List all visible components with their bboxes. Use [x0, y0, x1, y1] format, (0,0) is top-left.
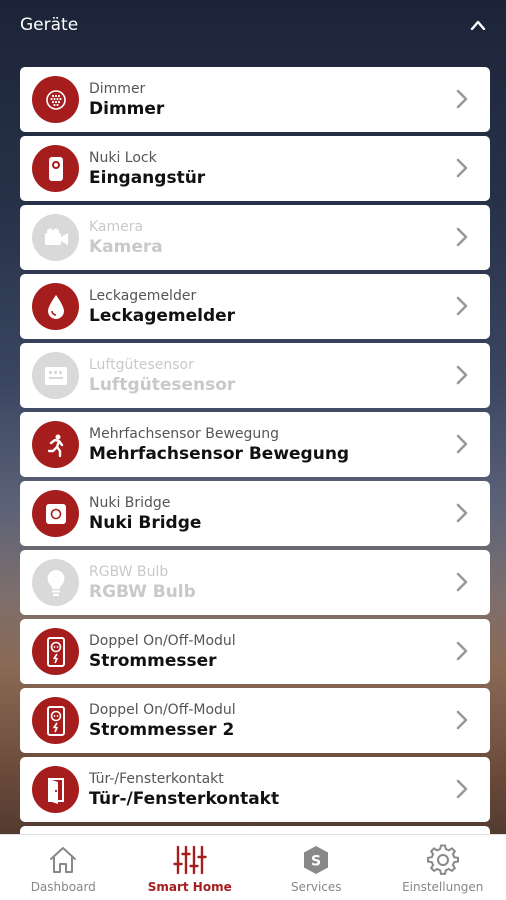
- device-card-rgbw-bulb[interactable]: RGBW Bulb RGBW Bulb: [20, 550, 490, 615]
- chevron-right-icon: [456, 641, 468, 661]
- chevron-right-icon: [456, 710, 468, 730]
- section-title: Geräte: [20, 15, 79, 35]
- device-name: Dimmer: [89, 98, 165, 119]
- outlet-icon: [32, 628, 79, 675]
- device-type: Luftgütesensor: [89, 356, 194, 373]
- chevron-right-icon: [456, 89, 468, 109]
- device-card-nuki-bridge[interactable]: Nuki Bridge Nuki Bridge: [20, 481, 490, 546]
- chevron-right-icon: [456, 365, 468, 385]
- device-type: Doppel On/Off-Modul: [89, 632, 236, 649]
- device-name: RGBW Bulb: [89, 581, 196, 602]
- device-card-nuki-lock[interactable]: Nuki Lock Eingangstür: [20, 136, 490, 201]
- device-name: Eingangstür: [89, 167, 206, 188]
- services-icon: S: [299, 844, 333, 876]
- camera-icon: [32, 214, 79, 261]
- svg-text:S: S: [311, 854, 321, 870]
- device-name: Strommesser 2: [89, 719, 235, 740]
- device-type: Nuki Lock: [89, 149, 157, 166]
- gear-icon: [426, 844, 460, 876]
- tab-label: Einstellungen: [402, 880, 484, 894]
- chevron-right-icon: [456, 296, 468, 316]
- motion-icon: [32, 421, 79, 468]
- device-type: Kamera: [89, 218, 144, 235]
- sliders-icon: [173, 844, 207, 876]
- tab-label: Services: [290, 880, 342, 894]
- device-card-tuer-fensterkontakt[interactable]: Tür-/Fensterkontakt Tür-/Fensterkontakt: [20, 757, 490, 822]
- device-card-luftguetesensor[interactable]: Luftgütesensor Luftgütesensor: [20, 343, 490, 408]
- device-type: Dimmer: [89, 80, 146, 97]
- chevron-right-icon: [456, 434, 468, 454]
- chevron-right-icon: [456, 503, 468, 523]
- chevron-right-icon: [456, 227, 468, 247]
- device-card-leckagemelder[interactable]: Leckagemelder Leckagemelder: [20, 274, 490, 339]
- chevron-right-icon: [456, 779, 468, 799]
- device-name: Tür-/Fensterkontakt: [89, 788, 280, 809]
- device-type: Mehrfachsensor Bewegung: [89, 425, 280, 442]
- lock-icon: [32, 145, 79, 192]
- device-type: Nuki Bridge: [89, 494, 171, 511]
- device-list: Dimmer Dimmer Nuki Lock Eingangstür Kame…: [20, 67, 490, 842]
- chevron-up-icon[interactable]: [468, 15, 488, 35]
- tab-label: Smart Home: [147, 880, 232, 894]
- device-card-dimmer[interactable]: Dimmer Dimmer: [20, 67, 490, 132]
- device-name: Luftgütesensor: [89, 374, 236, 395]
- tab-smart-home[interactable]: Smart Home: [127, 835, 254, 900]
- air-sensor-icon: [32, 352, 79, 399]
- device-type: Leckagemelder: [89, 287, 197, 304]
- water-drop-icon: [32, 283, 79, 330]
- bridge-icon: [32, 490, 79, 537]
- device-card-strommesser[interactable]: Doppel On/Off-Modul Strommesser: [20, 619, 490, 684]
- bottom-tab-bar: Dashboard Smart Home S Services Einstell…: [0, 834, 506, 900]
- tab-services[interactable]: S Services: [253, 835, 380, 900]
- device-card-strommesser-2[interactable]: Doppel On/Off-Modul Strommesser 2: [20, 688, 490, 753]
- device-name: Mehrfachsensor Bewegung: [89, 443, 350, 464]
- outlet-icon: [32, 697, 79, 744]
- chevron-right-icon: [456, 158, 468, 178]
- device-name: Strommesser: [89, 650, 217, 671]
- section-header[interactable]: Geräte: [0, 0, 506, 50]
- tab-label: Dashboard: [30, 880, 96, 894]
- chevron-right-icon: [456, 572, 468, 592]
- device-name: Nuki Bridge: [89, 512, 202, 533]
- device-card-kamera[interactable]: Kamera Kamera: [20, 205, 490, 270]
- device-name: Kamera: [89, 236, 163, 257]
- tab-dashboard[interactable]: Dashboard: [0, 835, 127, 900]
- tab-einstellungen[interactable]: Einstellungen: [380, 835, 506, 900]
- device-type: RGBW Bulb: [89, 563, 169, 580]
- device-type: Doppel On/Off-Modul: [89, 701, 236, 718]
- device-type: Tür-/Fensterkontakt: [89, 770, 224, 787]
- door-icon: [32, 766, 79, 813]
- device-name: Leckagemelder: [89, 305, 236, 326]
- device-card-mehrfachsensor[interactable]: Mehrfachsensor Bewegung Mehrfachsensor B…: [20, 412, 490, 477]
- dimmer-icon: [32, 76, 79, 123]
- home-icon: [46, 844, 80, 876]
- bulb-icon: [32, 559, 79, 606]
